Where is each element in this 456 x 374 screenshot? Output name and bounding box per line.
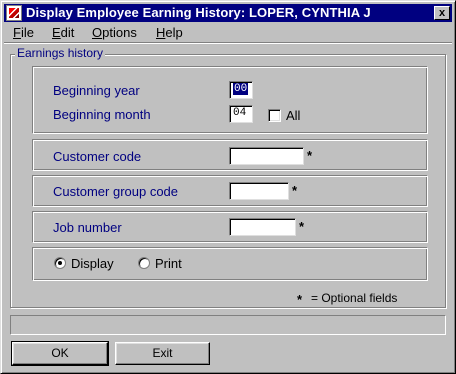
print-radio[interactable]	[138, 257, 150, 269]
status-bar	[10, 315, 446, 335]
app-icon[interactable]	[6, 5, 22, 21]
earnings-history-group-title: Earnings history	[15, 46, 106, 60]
display-radio-label[interactable]: Display	[71, 256, 114, 271]
exit-button[interactable]: Exit	[115, 342, 210, 365]
job-number-optional-marker: *	[299, 219, 305, 234]
job-number-label: Job number	[53, 220, 122, 235]
close-button[interactable]: x	[434, 6, 450, 20]
window-title: Display Employee Earning History: LOPER,…	[26, 5, 371, 20]
menu-help-mnemonic: H	[156, 25, 166, 40]
optional-fields-note: = Optional fields	[311, 291, 398, 305]
beginning-month-label: Beginning month	[53, 107, 151, 122]
menu-edit[interactable]: Edit	[52, 25, 74, 40]
menu-bar: File Edit Options Help	[4, 23, 452, 42]
all-checkbox[interactable]	[268, 109, 281, 122]
menu-separator	[4, 42, 452, 44]
menu-options-label: ptions	[102, 25, 137, 40]
menu-edit-label: dit	[60, 25, 75, 40]
menu-options[interactable]: Options	[92, 25, 137, 40]
display-radio[interactable]	[54, 257, 66, 269]
menu-help[interactable]: Help	[156, 25, 183, 40]
beginning-year-value: 00	[233, 83, 249, 95]
menu-file-label: ile	[20, 25, 34, 40]
date-range-panel	[32, 66, 428, 134]
customer-group-code-optional-marker: *	[292, 183, 298, 198]
print-radio-label[interactable]: Print	[155, 256, 182, 271]
customer-group-code-input[interactable]	[229, 182, 289, 200]
beginning-year-input[interactable]: 00	[229, 81, 253, 99]
customer-group-code-label: Customer group code	[53, 184, 179, 199]
ok-button[interactable]: OK	[11, 341, 109, 366]
title-bar[interactable]: Display Employee Earning History: LOPER,…	[4, 4, 452, 22]
menu-file[interactable]: File	[13, 25, 34, 40]
job-number-input[interactable]	[229, 218, 296, 236]
menu-file-mnemonic: F	[13, 25, 21, 40]
customer-code-optional-marker: *	[307, 148, 313, 163]
all-checkbox-label[interactable]: All	[286, 108, 300, 123]
menu-edit-mnemonic: E	[52, 25, 61, 40]
optional-fields-marker: *	[297, 292, 303, 307]
menu-help-label: elp	[165, 25, 183, 40]
customer-code-input[interactable]	[229, 147, 304, 165]
customer-code-label: Customer code	[53, 149, 142, 164]
beginning-year-label: Beginning year	[53, 83, 140, 98]
menu-options-mnemonic: O	[92, 25, 103, 40]
beginning-month-input[interactable]: 04	[229, 105, 253, 123]
employee-earning-history-window: Display Employee Earning History: LOPER,…	[0, 0, 456, 374]
